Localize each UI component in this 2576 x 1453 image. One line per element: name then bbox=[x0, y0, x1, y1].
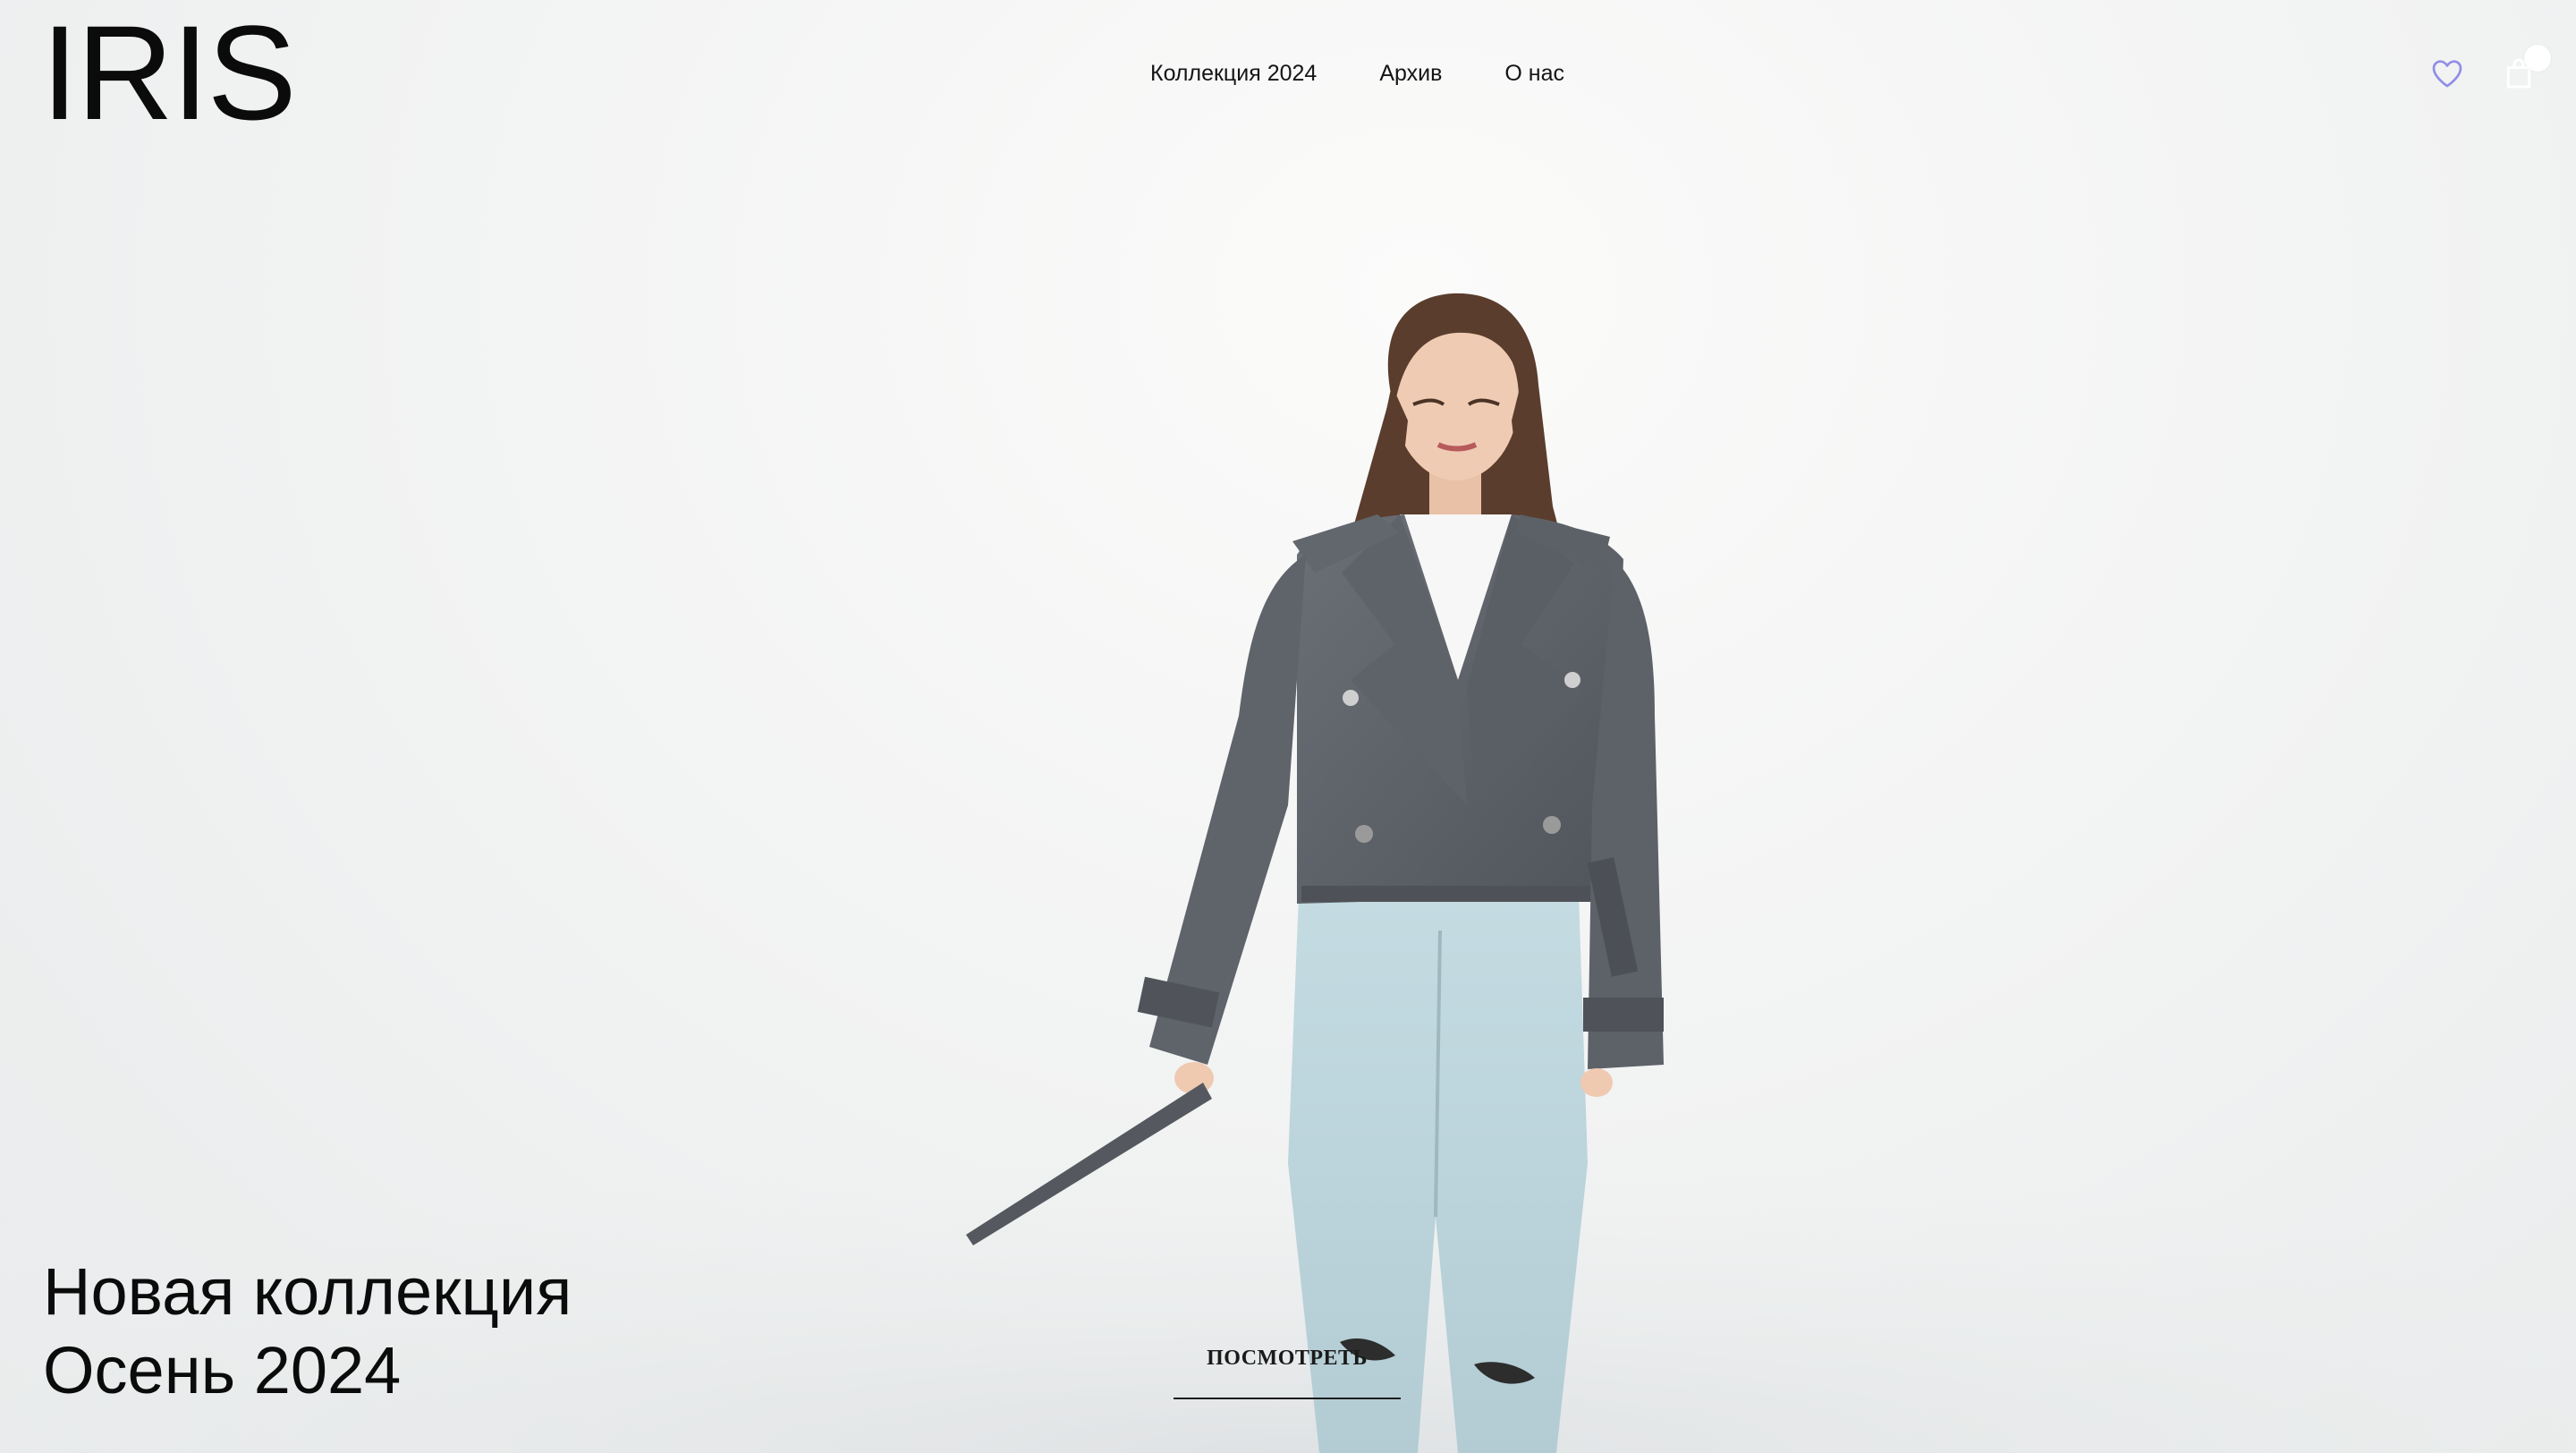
nav-item-collection-2024[interactable]: Коллекция 2024 bbox=[1150, 59, 1317, 88]
heart-icon bbox=[2432, 60, 2462, 88]
landing-page: IRIS Коллекция 2024 Архив О нас Новая ко… bbox=[0, 0, 2576, 1453]
hero-title-line1: Новая коллекция bbox=[43, 1254, 572, 1329]
brand-logo[interactable]: IRIS bbox=[41, 5, 297, 140]
cart-count-badge bbox=[2524, 45, 2551, 72]
hero-title-line2: Осень 2024 bbox=[43, 1333, 402, 1407]
view-collection-button[interactable]: ПОСМОТРЕТЬ bbox=[1174, 1342, 1401, 1399]
hero-title: Новая коллекция Осень 2024 bbox=[43, 1253, 572, 1410]
wishlist-button[interactable] bbox=[2426, 52, 2469, 95]
nav-item-about[interactable]: О нас bbox=[1504, 59, 1564, 88]
main-nav: Коллекция 2024 Архив О нас bbox=[1150, 59, 1564, 88]
nav-item-archive[interactable]: Архив bbox=[1379, 59, 1442, 88]
hero-image bbox=[0, 293, 2576, 1453]
